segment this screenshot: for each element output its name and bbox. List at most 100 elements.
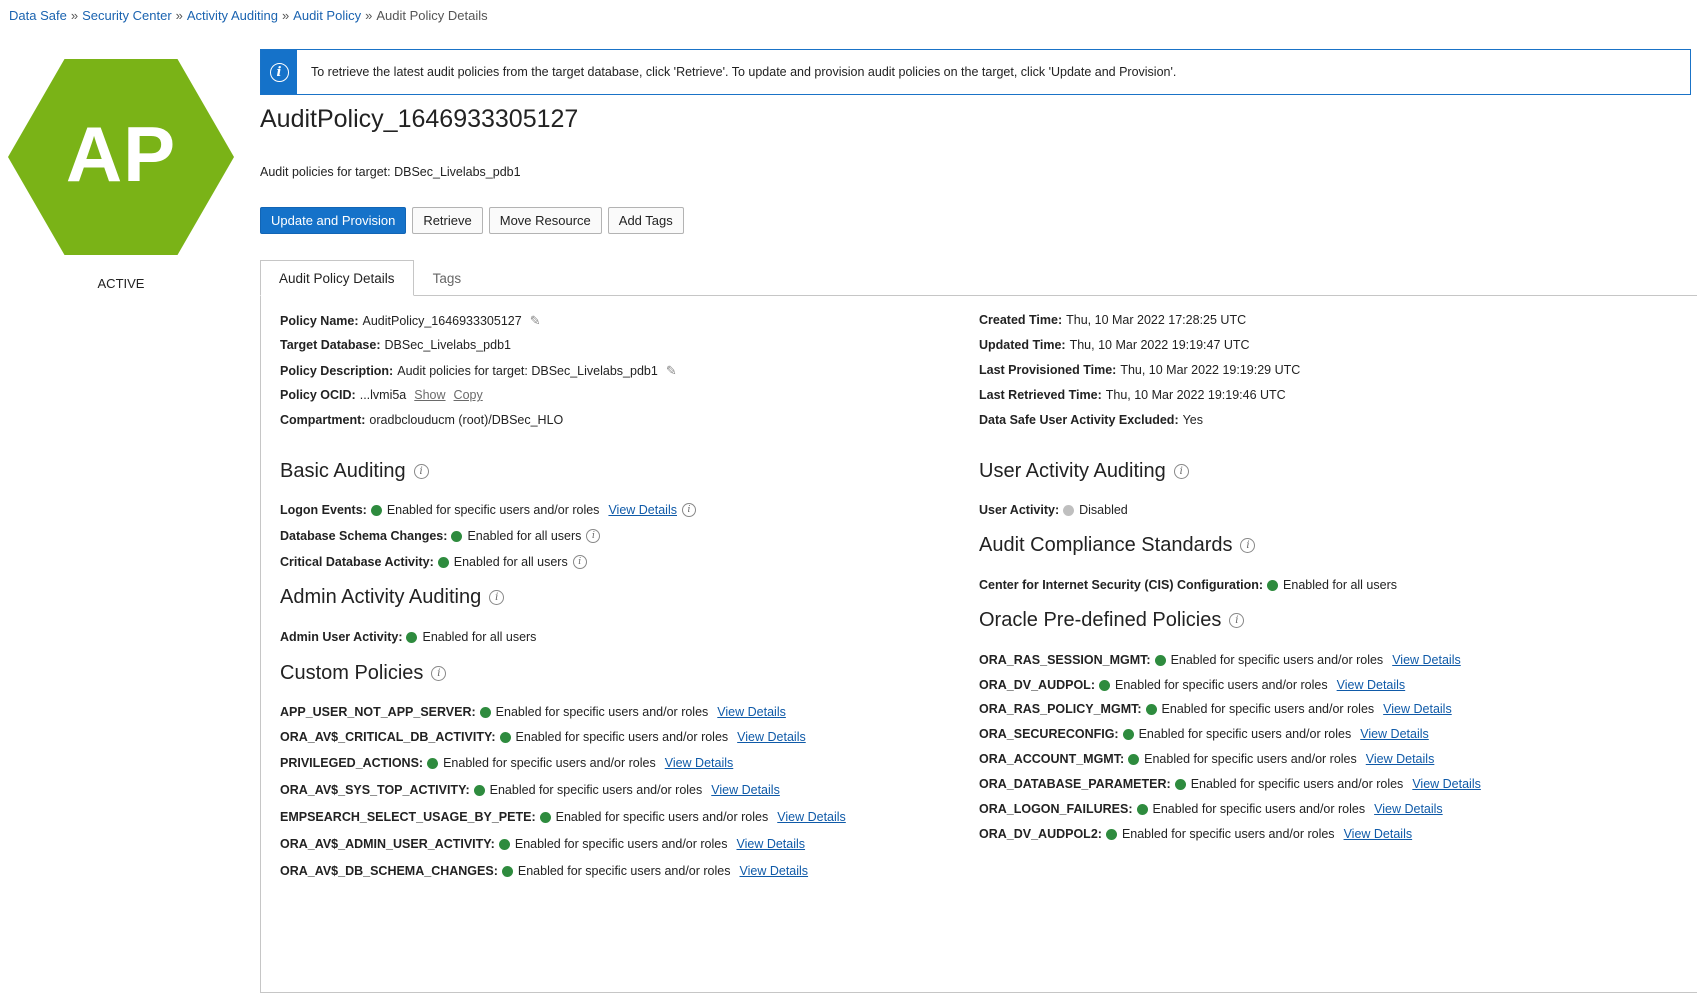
item-label: ORA_LOGON_FAILURES:: [979, 802, 1133, 816]
item-label: ORA_AV$_ADMIN_USER_ACTIVITY:: [280, 837, 495, 851]
view-details-link[interactable]: View Details: [736, 837, 805, 851]
predefined-policy-item: ORA_RAS_SESSION_MGMT: Enabled for specif…: [979, 653, 1461, 667]
edit-pencil-icon[interactable]: ✎: [666, 363, 677, 379]
admin-auditing-heading: Admin Activity Auditing i: [280, 586, 505, 609]
view-details-link[interactable]: View Details: [777, 810, 846, 824]
target-database-row: Target Database: DBSec_Livelabs_pdb1: [280, 338, 511, 352]
field-label: Last Provisioned Time:: [979, 363, 1117, 377]
breadcrumb-audit-policy[interactable]: Audit Policy: [293, 8, 361, 23]
status-enabled-icon: [1099, 679, 1110, 691]
policy-description-row: Policy Description: Audit policies for t…: [280, 363, 677, 379]
status-enabled-icon: [406, 631, 418, 643]
custom-policy-item: APP_USER_NOT_APP_SERVER: Enabled for spe…: [280, 705, 786, 719]
compliance-standards-heading: Audit Compliance Standards i: [979, 534, 1256, 557]
item-label: ORA_ACCOUNT_MGMT:: [979, 752, 1125, 766]
breadcrumb-separator: »: [365, 8, 373, 23]
status-enabled-icon: [479, 706, 491, 718]
custom-policy-item: EMPSEARCH_SELECT_USAGE_BY_PETE: Enabled …: [280, 810, 846, 824]
item-status: Enabled for specific users and/or roles: [515, 730, 729, 744]
section-title-text: Oracle Pre-defined Policies: [979, 609, 1222, 631]
admin-auditing-item: Admin User Activity: Enabled for all use…: [280, 630, 536, 644]
view-details-link[interactable]: View Details: [665, 756, 734, 770]
last-retrieved-row: Last Retrieved Time: Thu, 10 Mar 2022 19…: [979, 388, 1286, 402]
breadcrumb-separator: »: [281, 8, 290, 23]
view-details-link[interactable]: View Details: [1412, 777, 1481, 791]
view-details-link[interactable]: View Details: [711, 783, 780, 797]
predefined-policy-item: ORA_RAS_POLICY_MGMT: Enabled for specifi…: [979, 702, 1452, 716]
breadcrumb-data-safe[interactable]: Data Safe: [9, 8, 67, 23]
item-label: Admin User Activity:: [280, 630, 403, 644]
view-details-link[interactable]: View Details: [1383, 702, 1452, 716]
predefined-policy-item: ORA_SECURECONFIG: Enabled for specific u…: [979, 727, 1429, 741]
item-status: Enabled for specific users and/or roles: [1115, 678, 1328, 692]
breadcrumb-activity-auditing[interactable]: Activity Auditing: [187, 8, 278, 23]
view-details-link[interactable]: View Details: [608, 503, 677, 517]
view-details-link[interactable]: View Details: [740, 864, 809, 878]
info-icon[interactable]: i: [431, 666, 447, 681]
item-label: Database Schema Changes:: [280, 529, 448, 543]
user-activity-excluded-row: Data Safe User Activity Excluded: Yes: [979, 413, 1203, 427]
item-status: Enabled for specific users and/or roles: [489, 783, 703, 797]
resource-state: ACTIVE: [97, 276, 145, 291]
item-status: Enabled for specific users and/or roles: [555, 810, 769, 824]
item-label: ORA_DV_AUDPOL2:: [979, 827, 1102, 841]
section-title-text: Custom Policies: [280, 662, 424, 684]
item-status: Enabled for specific users and/or roles: [1170, 653, 1384, 667]
basic-auditing-item: Critical Database Activity: Enabled for …: [280, 555, 587, 569]
breadcrumb-separator: »: [70, 8, 79, 23]
item-label: ORA_AV$_SYS_TOP_ACTIVITY:: [280, 783, 470, 797]
info-banner-strip: i: [261, 50, 297, 94]
item-label: Critical Database Activity:: [280, 555, 434, 569]
item-label: Center for Internet Security (CIS) Confi…: [979, 578, 1264, 592]
view-details-link[interactable]: View Details: [1360, 727, 1429, 741]
policy-name-value: AuditPolicy_1646933305127: [362, 314, 522, 328]
tab-audit-policy-details[interactable]: Audit Policy Details: [260, 260, 414, 296]
item-label: User Activity:: [979, 503, 1060, 517]
page-subtitle: Audit policies for target: DBSec_Livelab…: [260, 165, 521, 179]
view-details-link[interactable]: View Details: [1344, 827, 1413, 841]
view-details-link[interactable]: View Details: [1366, 752, 1435, 766]
item-status: Enabled for all users: [1283, 578, 1397, 592]
user-activity-item: User Activity: Disabled: [979, 503, 1128, 517]
status-enabled-icon: [1267, 579, 1279, 591]
item-label: ORA_RAS_POLICY_MGMT:: [979, 702, 1142, 716]
status-enabled-icon: [451, 530, 463, 542]
add-tags-button[interactable]: Add Tags: [607, 207, 684, 234]
breadcrumb-security-center[interactable]: Security Center: [82, 8, 172, 23]
info-icon[interactable]: i: [1173, 464, 1189, 479]
item-status: Enabled for all users: [422, 630, 537, 644]
field-label: Policy Name:: [280, 314, 359, 328]
info-icon[interactable]: i: [586, 529, 601, 543]
view-details-link[interactable]: View Details: [1337, 678, 1406, 692]
policy-ocid-value: ...lvmi5a: [359, 388, 407, 402]
field-label: Data Safe User Activity Excluded:: [979, 413, 1179, 427]
info-icon[interactable]: i: [682, 503, 696, 517]
retrieve-button[interactable]: Retrieve: [412, 207, 483, 234]
tab-tags[interactable]: Tags: [414, 260, 481, 296]
info-icon[interactable]: i: [413, 464, 429, 479]
edit-pencil-icon[interactable]: ✎: [530, 313, 541, 329]
info-icon[interactable]: i: [489, 590, 505, 605]
status-enabled-icon: [427, 757, 439, 769]
item-status: Disabled: [1079, 503, 1128, 517]
view-details-link[interactable]: View Details: [717, 705, 786, 719]
page-title: AuditPolicy_1646933305127: [260, 105, 579, 133]
ocid-show-link[interactable]: Show: [414, 388, 445, 402]
last-provisioned-value: Thu, 10 Mar 2022 19:19:29 UTC: [1120, 363, 1301, 377]
update-and-provision-button[interactable]: Update and Provision: [260, 207, 407, 234]
resource-badge-hexagon: AP: [8, 59, 234, 255]
user-activity-excluded-value: Yes: [1182, 413, 1204, 427]
field-label: Policy OCID:: [280, 388, 356, 402]
custom-policy-item: ORA_AV$_ADMIN_USER_ACTIVITY: Enabled for…: [280, 837, 805, 851]
info-icon[interactable]: i: [1240, 538, 1256, 553]
status-enabled-icon: [1136, 803, 1148, 815]
status-enabled-icon: [1128, 753, 1140, 765]
view-details-link[interactable]: View Details: [1392, 653, 1461, 667]
view-details-link[interactable]: View Details: [1374, 802, 1443, 816]
item-status: Enabled for specific users and/or roles: [1152, 802, 1366, 816]
ocid-copy-link[interactable]: Copy: [454, 388, 483, 402]
info-icon[interactable]: i: [1229, 613, 1245, 628]
info-icon[interactable]: i: [572, 555, 587, 569]
move-resource-button[interactable]: Move Resource: [488, 207, 602, 234]
view-details-link[interactable]: View Details: [737, 730, 806, 744]
